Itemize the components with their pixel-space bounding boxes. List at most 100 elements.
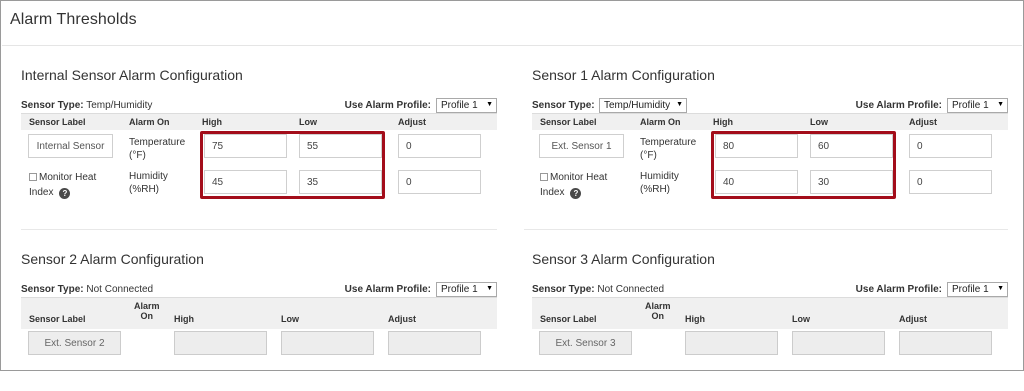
chevron-down-icon: ▼ [486, 101, 493, 108]
use-profile-label: Use Alarm Profile: [855, 100, 942, 111]
page-title: Alarm Thresholds [10, 11, 137, 28]
sensor-type-row: Sensor Type: Temp/Humidity Use Alarm Pro… [21, 97, 497, 113]
sensor2-panel: Sensor 2 Alarm Configuration Sensor Type… [21, 251, 497, 391]
sensor-label-input[interactable]: Ext. Sensor 1 [539, 134, 624, 158]
sensor3-panel: Sensor 3 Alarm Configuration Sensor Type… [532, 251, 1008, 391]
profile-value: Profile 1 [441, 100, 478, 111]
alarm-on-text: Humidity [129, 171, 168, 182]
monitor-heat-index-label-2: Index [29, 187, 54, 198]
use-profile-label: Use Alarm Profile: [344, 284, 431, 295]
header-sensor-label: Sensor Label [540, 117, 597, 127]
profile-select[interactable]: Profile 1 ▼ [436, 98, 497, 113]
alarm-on-temperature: Temperature (°F) [129, 136, 185, 162]
chevron-down-icon: ▼ [997, 285, 1004, 292]
monitor-heat-index-label: Monitor Heat [550, 172, 608, 183]
header-sensor-label: Sensor Label [29, 117, 86, 127]
alarm-on-text: Temperature [640, 137, 697, 148]
sensor-label-input[interactable]: Ext. Sensor 2 [28, 331, 121, 355]
header-alarm-on: Alarm On [134, 301, 160, 321]
header-high: High [685, 314, 705, 324]
humidity-adjust-input[interactable]: 0 [909, 170, 992, 194]
header-low: Low [299, 117, 317, 127]
panel-title: Sensor 3 Alarm Configuration [532, 251, 715, 267]
sensor-type-row: Sensor Type: Not Connected Use Alarm Pro… [532, 281, 1008, 297]
sensor-type-label: Sensor Type: [532, 100, 595, 111]
header-adjust: Adjust [909, 117, 937, 127]
sensor-type-value: Not Connected [597, 284, 665, 295]
sensor-type-value: Temp/Humidity [86, 100, 153, 111]
monitor-heat-index-label: Monitor Heat [39, 172, 97, 183]
header-sensor-label: Sensor Label [29, 314, 86, 324]
header-alarm-on-line1: Alarm [134, 301, 160, 311]
sensor-type-row: Sensor Type: Temp/Humidity ▼ Use Alarm Pr… [532, 97, 1008, 113]
header-low: Low [810, 117, 828, 127]
low-input[interactable] [792, 331, 885, 355]
table-header: Sensor Label Alarm On High Low Adjust [21, 113, 497, 130]
sensor-type-label: Sensor Type: [532, 284, 595, 295]
alarm-on-unit: (%RH) [640, 184, 670, 195]
humidity-adjust-input[interactable]: 0 [398, 170, 481, 194]
sensor-type-value: Not Connected [86, 284, 154, 295]
table-header: Sensor Label Alarm On High Low Adjust [532, 297, 1008, 329]
header-alarm-on-line1: Alarm [645, 301, 671, 311]
alarm-on-text: Humidity [640, 171, 679, 182]
alarm-on-text: Temperature [129, 137, 186, 148]
sensor-type: Sensor Type: Not Connected [532, 284, 664, 295]
profile-value: Profile 1 [441, 284, 478, 295]
header-adjust: Adjust [899, 314, 927, 324]
title-divider [2, 45, 1022, 46]
chevron-down-icon: ▼ [676, 101, 683, 108]
high-input[interactable] [685, 331, 778, 355]
header-low: Low [281, 314, 299, 324]
header-alarm-on: Alarm On [129, 117, 170, 127]
sensor-type-label: Sensor Type: [21, 284, 84, 295]
help-icon[interactable]: ? [59, 188, 71, 199]
header-high: High [174, 314, 194, 324]
profile-value: Profile 1 [952, 100, 989, 111]
alarm-on-humidity: Humidity (%RH) [129, 170, 168, 196]
panel-title: Sensor 2 Alarm Configuration [21, 251, 204, 267]
header-alarm-on: Alarm On [640, 117, 681, 127]
threshold-highlight [711, 131, 896, 199]
adjust-input[interactable] [899, 331, 992, 355]
header-sensor-label: Sensor Label [540, 314, 597, 324]
adjust-input[interactable] [388, 331, 481, 355]
sensor-type: Sensor Type: Not Connected [21, 284, 153, 295]
chevron-down-icon: ▼ [997, 101, 1004, 108]
table-header: Sensor Label Alarm On High Low Adjust [21, 297, 497, 329]
profile-select[interactable]: Profile 1 ▼ [947, 282, 1008, 297]
header-alarm-on-line2: On [140, 311, 154, 321]
temperature-adjust-input[interactable]: 0 [909, 134, 992, 158]
sensor1-panel: Sensor 1 Alarm Configuration Sensor Type… [532, 67, 1008, 207]
header-alarm-on: Alarm On [645, 301, 671, 321]
header-adjust: Adjust [388, 314, 416, 324]
alarm-on-temperature: Temperature (°F) [640, 136, 696, 162]
low-input[interactable] [281, 331, 374, 355]
profile-value: Profile 1 [952, 284, 989, 295]
use-profile-label: Use Alarm Profile: [855, 284, 942, 295]
sensor-label-input[interactable]: Internal Sensor [28, 134, 113, 158]
alarm-on-unit: (°F) [129, 150, 146, 161]
header-high: High [202, 117, 222, 127]
section-divider [524, 229, 1008, 230]
threshold-highlight [200, 131, 385, 199]
use-profile-label: Use Alarm Profile: [344, 100, 431, 111]
sensor-type-select[interactable]: Temp/Humidity ▼ [599, 98, 687, 113]
sensor-label-input[interactable]: Ext. Sensor 3 [539, 331, 632, 355]
temperature-adjust-input[interactable]: 0 [398, 134, 481, 158]
sensor-type-label: Sensor Type: [21, 100, 84, 111]
high-input[interactable] [174, 331, 267, 355]
help-icon[interactable]: ? [570, 188, 582, 199]
monitor-heat-index: Monitor Heat Index? [540, 170, 607, 200]
profile-select[interactable]: Profile 1 ▼ [436, 282, 497, 297]
section-divider [21, 229, 497, 230]
alarm-on-unit: (°F) [640, 150, 657, 161]
panel-title: Sensor 1 Alarm Configuration [532, 67, 715, 83]
sensor-type-row: Sensor Type: Not Connected Use Alarm Pro… [21, 281, 497, 297]
sensor-type-value: Temp/Humidity [604, 100, 671, 111]
monitor-heat-index: Monitor Heat Index? [29, 170, 96, 200]
monitor-heat-index-checkbox[interactable] [29, 173, 37, 181]
monitor-heat-index-checkbox[interactable] [540, 173, 548, 181]
profile-select[interactable]: Profile 1 ▼ [947, 98, 1008, 113]
alarm-on-humidity: Humidity (%RH) [640, 170, 679, 196]
